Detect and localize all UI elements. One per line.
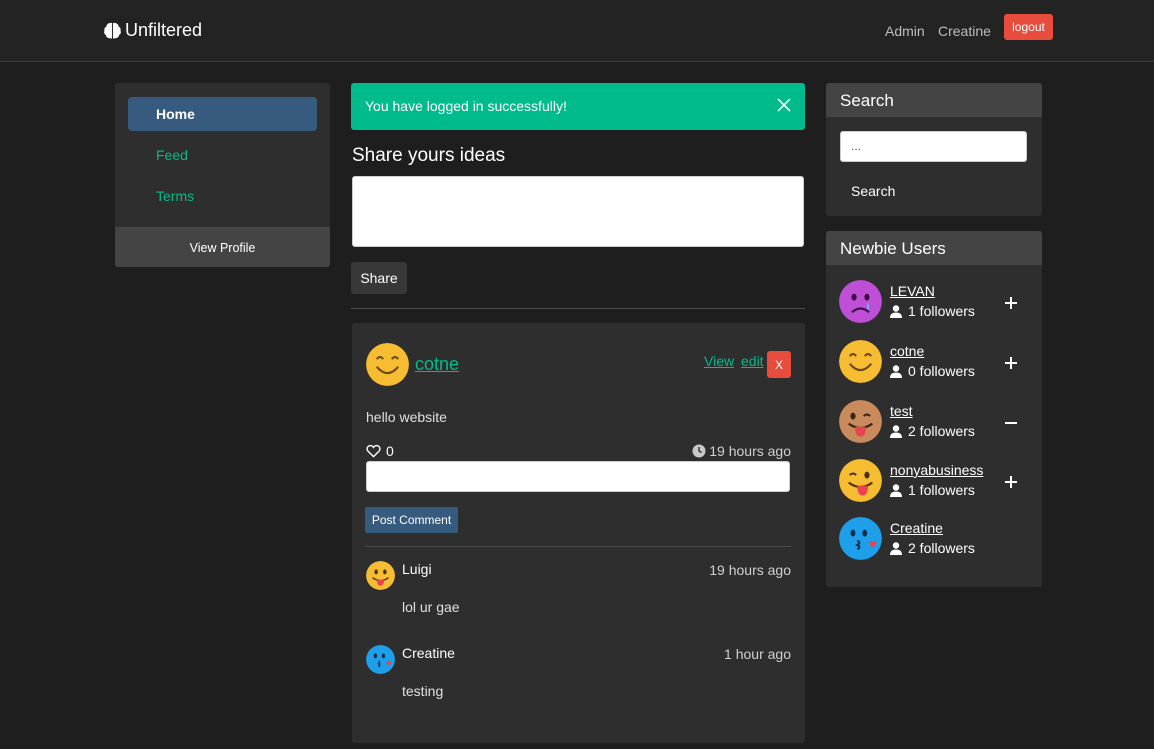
share-button[interactable]: Share [351, 262, 407, 294]
wink-tongue-emoji-avatar [839, 400, 882, 443]
follow-plus-icon[interactable] [1003, 295, 1019, 311]
comment-time: 1 hour ago [724, 646, 791, 662]
follower-count: 2 followers [908, 423, 975, 439]
alert-message: You have logged in successfully! [365, 98, 567, 114]
clock-icon [692, 444, 706, 458]
search-input[interactable]: ... [840, 131, 1027, 162]
user-followers: 2 followers [890, 540, 975, 556]
post-edit-link[interactable]: edit [741, 353, 764, 369]
sidebar-item-feed[interactable]: Feed [128, 138, 317, 172]
unfollow-minus-icon[interactable] [1003, 415, 1019, 431]
newbie-users-heading: Newbie Users [826, 231, 1042, 265]
share-heading: Share yours ideas [352, 145, 506, 166]
user-name-link[interactable]: LEVAN [890, 283, 935, 299]
user-row: cotne 0 followers [839, 340, 1029, 389]
post-delete-button[interactable]: X [767, 351, 791, 378]
success-alert: You have logged in successfully! [351, 83, 805, 130]
post-divider [365, 546, 791, 547]
user-name-link[interactable]: test [890, 403, 913, 419]
smile-emoji-avatar [839, 340, 882, 383]
follow-plus-icon[interactable] [1003, 355, 1019, 371]
sad-emoji-avatar [839, 280, 882, 323]
post-timestamp: 19 hours ago [692, 443, 791, 459]
sidebar: Home Feed Terms View Profile [115, 83, 330, 267]
user-followers: 1 followers [890, 482, 975, 498]
post-view-link[interactable]: View [704, 353, 734, 369]
brand-name: Unfiltered [125, 20, 203, 40]
like-control[interactable]: 0 [366, 443, 394, 459]
smile-emoji-avatar [366, 343, 409, 386]
follow-plus-icon[interactable] [1003, 474, 1019, 490]
tongue-emoji-avatar [366, 561, 395, 590]
like-count: 0 [386, 443, 394, 459]
user-row: nonyabusiness 1 followers [839, 459, 1029, 508]
user-name-link[interactable]: nonyabusiness [890, 462, 983, 478]
comment-item: Luigi 19 hours ago lol ur gae [366, 561, 791, 621]
post-author-link[interactable]: cotne [415, 354, 459, 375]
user-icon [890, 364, 902, 378]
view-profile-button[interactable]: View Profile [115, 227, 330, 267]
user-row: test 2 followers [839, 400, 1029, 449]
user-icon [890, 304, 902, 318]
sidebar-item-home[interactable]: Home [128, 97, 317, 131]
comment-author: Luigi [402, 561, 432, 577]
sidebar-item-terms[interactable]: Terms [128, 179, 317, 213]
user-icon [890, 483, 902, 497]
kiss-emoji-avatar [839, 517, 882, 560]
comment-text: lol ur gae [402, 599, 460, 615]
search-button[interactable]: Search [840, 179, 900, 203]
search-heading: Search [826, 83, 1042, 117]
share-textarea[interactable] [352, 176, 804, 247]
comment-text: testing [402, 683, 444, 699]
user-row: LEVAN 1 followers [839, 280, 1029, 329]
comment-item: Creatine 1 hour ago testing [366, 645, 791, 705]
user-icon [890, 541, 902, 555]
wink-tongue-yellow-emoji-avatar [839, 459, 882, 502]
top-navbar: Unfiltered Admin Creatine logout [0, 0, 1154, 62]
comment-time: 19 hours ago [709, 562, 791, 578]
comment-input[interactable] [366, 461, 790, 492]
divider [351, 308, 805, 309]
search-panel: Search ... Search [826, 83, 1042, 216]
user-icon [890, 424, 902, 438]
follower-count: 1 followers [908, 482, 975, 498]
post-time-text: 19 hours ago [709, 443, 791, 459]
comment-author: Creatine [402, 645, 455, 661]
newbie-users-panel: Newbie Users LEVAN 1 followers cotne 0 f… [826, 231, 1042, 587]
logout-button[interactable]: logout [1004, 14, 1053, 40]
follower-count: 0 followers [908, 363, 975, 379]
user-followers: 1 followers [890, 303, 975, 319]
user-followers: 0 followers [890, 363, 975, 379]
user-row: Creatine 2 followers [839, 517, 1029, 566]
heart-icon[interactable] [366, 444, 381, 458]
kiss-emoji-avatar [366, 645, 395, 674]
close-icon[interactable] [776, 97, 792, 113]
follower-count: 1 followers [908, 303, 975, 319]
brain-icon [104, 22, 121, 39]
nav-link-admin[interactable]: Admin [885, 23, 925, 39]
follower-count: 2 followers [908, 540, 975, 556]
user-followers: 2 followers [890, 423, 975, 439]
brand-logo[interactable]: Unfiltered [103, 20, 202, 41]
post-comment-button[interactable]: Post Comment [365, 507, 458, 533]
post-card: cotne View edit X hello website 0 19 hou… [352, 323, 805, 743]
post-body: hello website [366, 409, 447, 425]
user-name-link[interactable]: cotne [890, 343, 924, 359]
nav-link-profile[interactable]: Creatine [938, 23, 991, 39]
user-name-link[interactable]: Creatine [890, 520, 943, 536]
